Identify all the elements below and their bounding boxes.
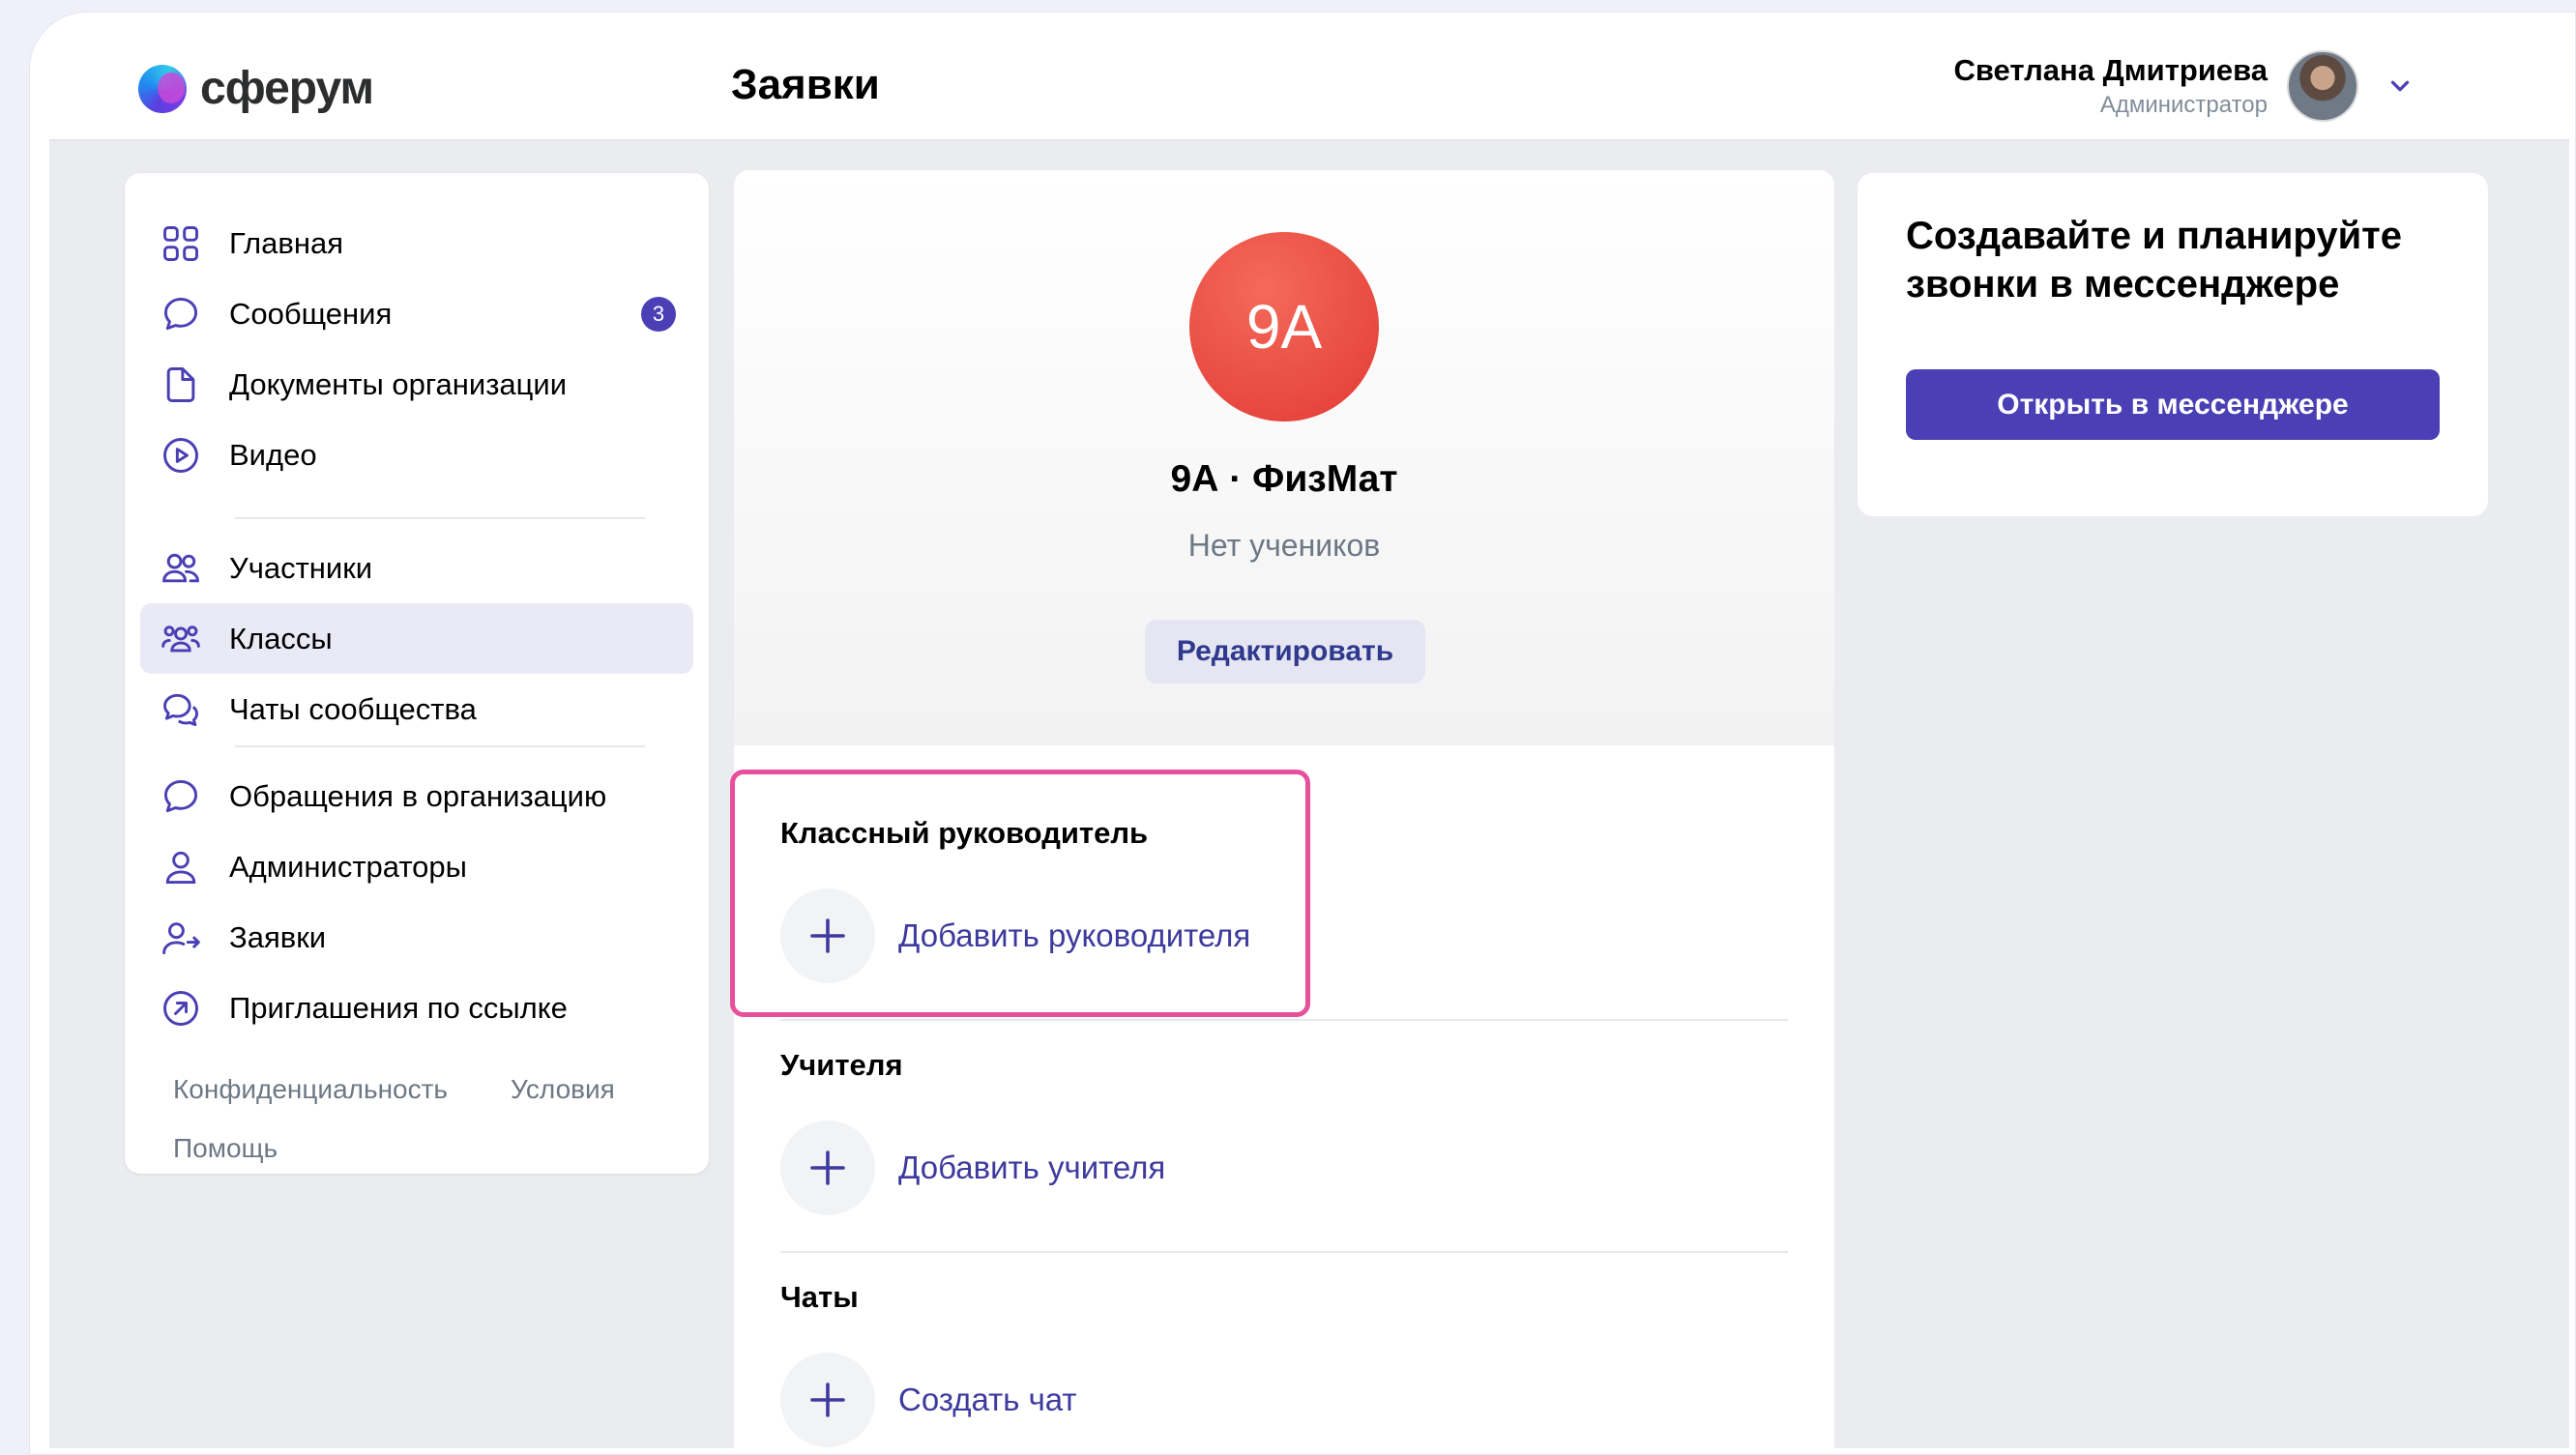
chats-title: Чаты [780, 1280, 859, 1314]
chevron-down-icon[interactable] [2386, 72, 2415, 101]
sidebar-item-video[interactable]: Видео [140, 420, 693, 490]
play-circle-icon [163, 437, 198, 473]
chats-icon [163, 693, 198, 726]
plus-icon [780, 1353, 875, 1447]
nav-divider [235, 745, 645, 747]
sidebar-item-label: Приглашения по ссылке [229, 990, 568, 1025]
plus-icon [780, 1120, 875, 1215]
page-title: Заявки [731, 61, 880, 108]
class-avatar: 9А [1189, 232, 1379, 422]
logo-text: сферум [200, 63, 374, 114]
create-chat-label: Создать чат [898, 1382, 1077, 1417]
messenger-promo: Создавайте и планируйте звонки в мессенд… [1858, 173, 2488, 516]
logo[interactable]: сферум [138, 62, 374, 115]
section-divider [780, 1251, 1788, 1253]
highlight-box [730, 770, 1310, 1017]
sidebar-item-label: Администраторы [229, 849, 467, 884]
app-window: сферум Заявки Светлана Дмитриева Админис… [49, 29, 2569, 1448]
open-messenger-button[interactable]: Открыть в мессенджере [1906, 369, 2440, 440]
class-header: 9А 9А · ФизМат Нет учеников Редактироват… [734, 170, 1834, 745]
sidebar-item-label: Обращения в организацию [229, 778, 607, 813]
sidebar-item-admins[interactable]: Администраторы [140, 831, 693, 902]
sidebar-item-label: Документы организации [229, 366, 568, 401]
sidebar: Главная Сообщения 3 Документы организаци… [125, 173, 709, 1174]
grid-icon [163, 225, 198, 261]
sidebar-item-messages[interactable]: Сообщения 3 [140, 278, 693, 349]
edit-button[interactable]: Редактировать [1145, 620, 1425, 684]
message-icon [163, 779, 198, 812]
privacy-link[interactable]: Конфиденциальность [173, 1074, 448, 1105]
terms-link[interactable]: Условия [511, 1074, 615, 1105]
sidebar-item-label: Заявки [229, 919, 327, 954]
document-icon [166, 366, 195, 402]
add-teacher-button[interactable]: Добавить учителя [780, 1120, 1165, 1215]
class-title: 9А · ФизМат [1170, 458, 1398, 500]
link-arrow-icon [163, 990, 198, 1026]
nav-divider [235, 517, 645, 519]
sidebar-item-label: Видео [229, 437, 317, 472]
group-icon [161, 625, 200, 652]
user-info: Светлана Дмитриева Администратор [1953, 53, 2268, 119]
sidebar-item-classes[interactable]: Классы [140, 603, 693, 674]
section-divider [780, 1019, 1788, 1021]
sidebar-item-label: Классы [229, 621, 333, 655]
teachers-title: Учителя [780, 1048, 903, 1082]
sidebar-item-label: Чаты сообщества [229, 691, 477, 726]
top-bar: сферум Заявки Светлана Дмитриева Админис… [49, 29, 2569, 141]
class-subtitle: Нет учеников [1187, 528, 1381, 563]
sidebar-item-participants[interactable]: Участники [140, 533, 693, 603]
sidebar-item-documents[interactable]: Документы организации [140, 349, 693, 420]
sidebar-item-appeals[interactable]: Обращения в организацию [140, 761, 693, 831]
sidebar-item-community-chats[interactable]: Чаты сообщества [140, 674, 693, 744]
help-link[interactable]: Помощь [173, 1133, 278, 1164]
promo-title: Создавайте и планируйте звонки в мессенд… [1906, 215, 2403, 306]
sidebar-item-label: Сообщения [229, 296, 393, 331]
avatar[interactable] [2287, 50, 2358, 122]
sidebar-item-label: Главная [229, 225, 343, 260]
sidebar-item-home[interactable]: Главная [140, 208, 693, 278]
user-name: Светлана Дмитриева [1953, 53, 2268, 87]
add-teacher-label: Добавить учителя [898, 1149, 1166, 1185]
people-icon [162, 553, 199, 582]
person-arrow-icon [162, 921, 200, 954]
sidebar-item-label: Участники [229, 550, 373, 585]
user-role: Администратор [2099, 92, 2268, 118]
person-icon [165, 851, 196, 884]
create-chat-button[interactable]: Создать чат [780, 1353, 1077, 1447]
sidebar-item-requests[interactable]: Заявки [140, 902, 693, 973]
unread-badge: 3 [641, 297, 676, 332]
user-menu[interactable]: Светлана Дмитриева Администратор [1953, 50, 2415, 122]
sidebar-item-invites[interactable]: Приглашения по ссылке [140, 973, 693, 1043]
sferum-logo-icon [138, 64, 187, 113]
chat-bubble-icon [163, 297, 198, 330]
